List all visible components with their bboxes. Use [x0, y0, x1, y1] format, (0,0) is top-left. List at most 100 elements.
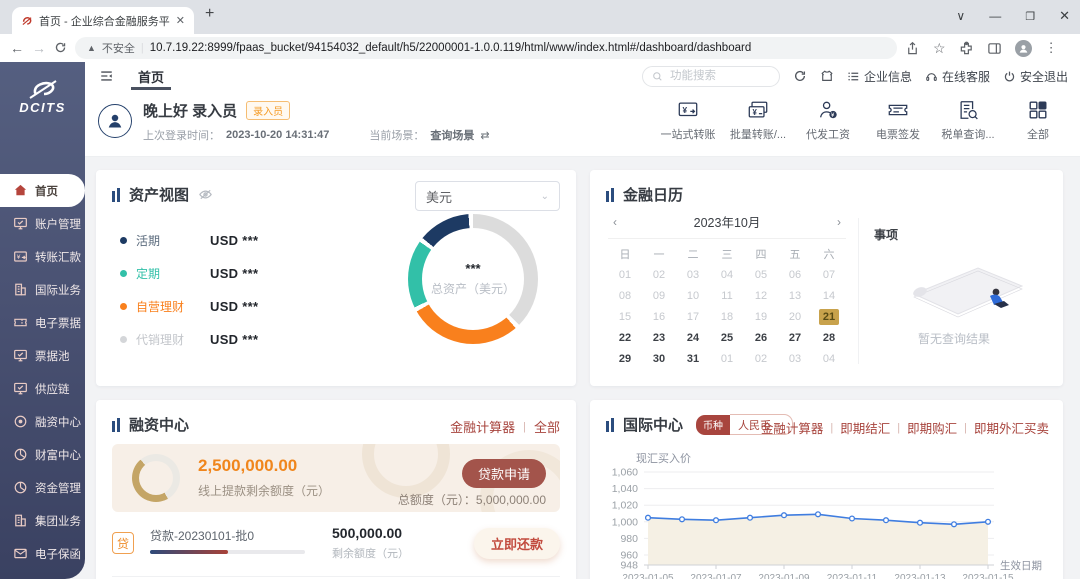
calendar-day[interactable]: 25: [710, 328, 744, 348]
calendar-day[interactable]: 23: [642, 328, 676, 348]
function-search[interactable]: [642, 66, 780, 87]
calendar-day[interactable]: 27: [778, 328, 812, 348]
quick-action-1[interactable]: ¥一站式转账: [658, 99, 718, 142]
calendar-day[interactable]: 22: [608, 328, 642, 348]
refresh-icon[interactable]: [793, 69, 807, 83]
calendar-day[interactable]: 31: [676, 349, 710, 369]
calendar-day[interactable]: 06: [778, 265, 812, 285]
financing-link-1[interactable]: 金融计算器: [450, 417, 515, 436]
calendar-day[interactable]: 19: [744, 307, 778, 327]
financing-link-2[interactable]: 全部: [534, 417, 560, 436]
url-field[interactable]: ▲ 不安全 | 10.7.19.22:8999/fpaas_bucket/941…: [75, 37, 897, 59]
calendar-day[interactable]: 13: [778, 286, 812, 306]
calendar-day[interactable]: 16: [642, 307, 676, 327]
scene-switch-icon[interactable]: ⇄: [480, 129, 489, 142]
quick-action-3[interactable]: ¥代发工资: [798, 99, 858, 142]
calendar-day[interactable]: 29: [608, 349, 642, 369]
theme-skin-icon[interactable]: [820, 69, 834, 83]
sidebar-item-7[interactable]: 供应链: [0, 372, 85, 405]
calendar-day[interactable]: 10: [676, 286, 710, 306]
calendar-day[interactable]: 18: [710, 307, 744, 327]
calendar-day[interactable]: 04: [710, 265, 744, 285]
international-link-4[interactable]: 即期外汇买卖: [974, 418, 1049, 437]
menu-fold-icon[interactable]: [99, 69, 114, 83]
maximize-icon[interactable]: ❐: [1025, 10, 1035, 23]
calendar-day[interactable]: 01: [710, 349, 744, 369]
sidebar-item-12[interactable]: 电子保函: [0, 537, 85, 570]
quick-action-6[interactable]: 全部: [1008, 99, 1068, 142]
calendar-day[interactable]: 04: [812, 349, 846, 369]
eye-off-icon[interactable]: [198, 187, 213, 202]
power-icon: [1003, 70, 1016, 83]
back-icon[interactable]: ←: [10, 41, 24, 55]
loan-apply-button[interactable]: 贷款申请: [462, 459, 546, 488]
calendar-day[interactable]: 02: [642, 265, 676, 285]
legend-value: USD ***: [210, 332, 258, 347]
calendar-day[interactable]: 02: [744, 349, 778, 369]
calendar-day[interactable]: 11: [710, 286, 744, 306]
reload-icon[interactable]: [54, 41, 67, 56]
prev-month-icon[interactable]: ‹: [613, 215, 617, 229]
sidebar-item-2[interactable]: 账户管理: [0, 207, 85, 240]
sidebar-item-5[interactable]: 电子票据: [0, 306, 85, 339]
tab-close-icon[interactable]: ✕: [176, 14, 185, 27]
window-group-icon[interactable]: ∨: [956, 9, 965, 23]
quick-action-2[interactable]: ¥批量转账/...: [728, 99, 788, 142]
calendar-day[interactable]: 01: [608, 265, 642, 285]
sidebar-item-label: 国际业务: [35, 282, 81, 298]
quick-action-4[interactable]: 电票签发: [868, 99, 928, 142]
coin-icon: [13, 414, 28, 429]
quick-action-5[interactable]: 税单查询...: [938, 99, 998, 142]
browser-tab[interactable]: 首页 - 企业综合金融服务平台 ✕: [12, 7, 194, 34]
bookmark-star-icon[interactable]: ☆: [933, 40, 946, 57]
tool-power[interactable]: 安全退出: [1003, 68, 1068, 85]
home-icon: [13, 183, 28, 198]
sidebar-item-1[interactable]: 首页: [0, 174, 85, 207]
sidebar-item-8[interactable]: 融资中心: [0, 405, 85, 438]
calendar-day[interactable]: 12: [744, 286, 778, 306]
extensions-icon[interactable]: [959, 41, 974, 56]
tab-home[interactable]: 首页: [127, 62, 175, 90]
calendar-day-today[interactable]: 21: [812, 307, 846, 327]
calendar-day[interactable]: 20: [778, 307, 812, 327]
calendar-day[interactable]: 05: [744, 265, 778, 285]
currency-select[interactable]: 美元 ⌄: [415, 181, 560, 211]
svg-text:980: 980: [620, 533, 638, 545]
repay-now-button[interactable]: 立即还款: [474, 528, 560, 559]
tool-headset[interactable]: 在线客服: [925, 68, 990, 85]
sidebar-item-3[interactable]: ¥转账汇款: [0, 240, 85, 273]
tool-list[interactable]: 企业信息: [847, 68, 912, 85]
calendar-day[interactable]: 07: [812, 265, 846, 285]
share-icon[interactable]: [905, 41, 920, 56]
calendar-day[interactable]: 28: [812, 328, 846, 348]
financing-summary-panel: 2,500,000.00 线上提款剩余额度（元） 贷款申请 总额度（元）：5,0…: [112, 444, 560, 512]
total-quota-text: 总额度（元）：5,000,000.00: [398, 491, 546, 508]
search-input[interactable]: [668, 69, 768, 83]
forward-icon[interactable]: →: [32, 41, 46, 55]
international-link-1[interactable]: 金融计算器: [761, 418, 824, 437]
side-panel-icon[interactable]: [987, 41, 1002, 56]
sidebar-item-6[interactable]: 票据池: [0, 339, 85, 372]
sidebar-item-4[interactable]: 国际业务: [0, 273, 85, 306]
minimize-icon[interactable]: —: [989, 9, 1001, 23]
calendar-day[interactable]: 15: [608, 307, 642, 327]
new-tab-button[interactable]: +: [205, 5, 214, 23]
close-icon[interactable]: ✕: [1059, 8, 1070, 24]
next-month-icon[interactable]: ›: [837, 215, 841, 229]
sidebar-item-10[interactable]: 资金管理: [0, 471, 85, 504]
browser-profile-avatar[interactable]: [1015, 40, 1032, 57]
calendar-day[interactable]: 09: [642, 286, 676, 306]
browser-menu-icon[interactable]: ⋮: [1045, 40, 1058, 56]
sidebar-item-9[interactable]: 财富中心: [0, 438, 85, 471]
sidebar-item-11[interactable]: 集团业务: [0, 504, 85, 537]
calendar-day[interactable]: 08: [608, 286, 642, 306]
international-link-2[interactable]: 即期结汇: [840, 418, 890, 437]
calendar-day[interactable]: 26: [744, 328, 778, 348]
calendar-day[interactable]: 03: [778, 349, 812, 369]
calendar-day[interactable]: 03: [676, 265, 710, 285]
calendar-day[interactable]: 30: [642, 349, 676, 369]
international-link-3[interactable]: 即期购汇: [907, 418, 957, 437]
calendar-day[interactable]: 17: [676, 307, 710, 327]
calendar-day[interactable]: 14: [812, 286, 846, 306]
calendar-day[interactable]: 24: [676, 328, 710, 348]
